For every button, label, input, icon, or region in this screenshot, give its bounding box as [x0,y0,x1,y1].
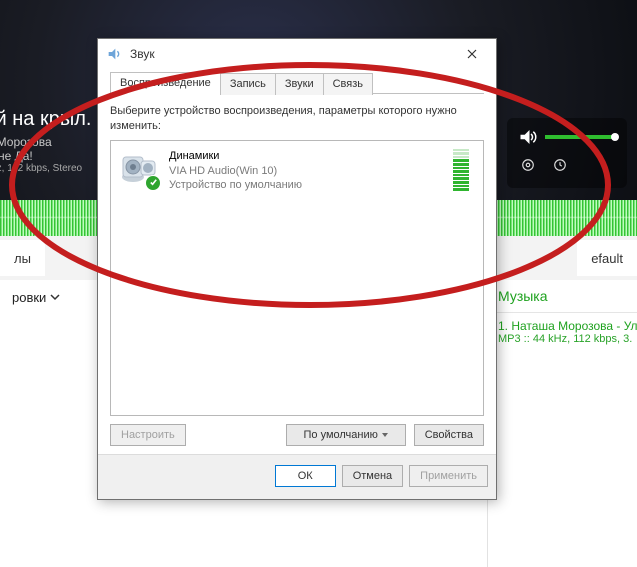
close-icon [467,49,477,59]
sound-dialog: Звук Воспроизведение Запись Звуки Связь … [97,38,497,500]
toolbar-default-tab[interactable]: efault [577,240,637,276]
device-status: Устройство по умолчанию [169,178,443,193]
tab-sounds[interactable]: Звуки [275,73,324,95]
sort-dropdown[interactable]: ровки [0,290,72,305]
device-actions-row: Настроить По умолчанию Свойства [110,424,484,446]
properties-button[interactable]: Свойства [414,424,484,446]
configure-button[interactable]: Настроить [110,424,186,446]
speaker-small-icon [106,46,122,62]
cancel-button[interactable]: Отмена [342,465,403,487]
device-driver: VIA HD Audio(Win 10) [169,164,443,179]
dialog-footer: ОК Отмена Применить [98,454,496,499]
playlist-item-meta: MP3 :: 44 kHz, 112 kbps, 3. [488,333,637,351]
tab-recording[interactable]: Запись [220,73,276,95]
set-default-label: По умолчанию [303,429,377,441]
dialog-body: Воспроизведение Запись Звуки Связь Выбер… [98,69,496,454]
ok-button[interactable]: ОК [275,465,336,487]
apply-button[interactable]: Применить [409,465,488,487]
tab-communications[interactable]: Связь [323,73,373,95]
sort-label: ровки [12,290,46,305]
clock-icon[interactable] [553,158,567,172]
device-item[interactable]: Динамики VIA HD Audio(Win 10) Устройство… [113,143,481,200]
dialog-titlebar[interactable]: Звук [98,39,496,69]
volume-slider[interactable] [545,135,615,139]
playlist-header[interactable]: Музыка [488,280,637,313]
set-default-button[interactable]: По умолчанию [286,424,406,446]
device-name: Динамики [169,149,443,164]
playlist-item-title[interactable]: 1. Наташа Морозова - Ул [488,313,637,333]
dialog-tabs: Воспроизведение Запись Звуки Связь [110,71,484,94]
loop-icon[interactable] [521,158,535,172]
device-speaker-icon [119,149,159,189]
close-button[interactable] [454,41,490,67]
device-list[interactable]: Динамики VIA HD Audio(Win 10) Устройство… [110,140,484,416]
volume-icon[interactable] [519,128,537,146]
dialog-title: Звук [130,47,155,61]
chevron-down-icon [50,292,60,302]
instruction-text: Выберите устройство воспроизведения, пар… [110,104,484,134]
toolbar-files-tab[interactable]: лы [0,240,45,276]
playlist-panel: Музыка 1. Наташа Морозова - Ул MP3 :: 44… [487,280,637,567]
volume-panel [507,118,627,188]
chevron-down-icon [382,433,388,437]
default-device-check-icon [145,175,161,191]
tab-playback[interactable]: Воспроизведение [110,72,221,94]
level-meter [453,149,469,191]
